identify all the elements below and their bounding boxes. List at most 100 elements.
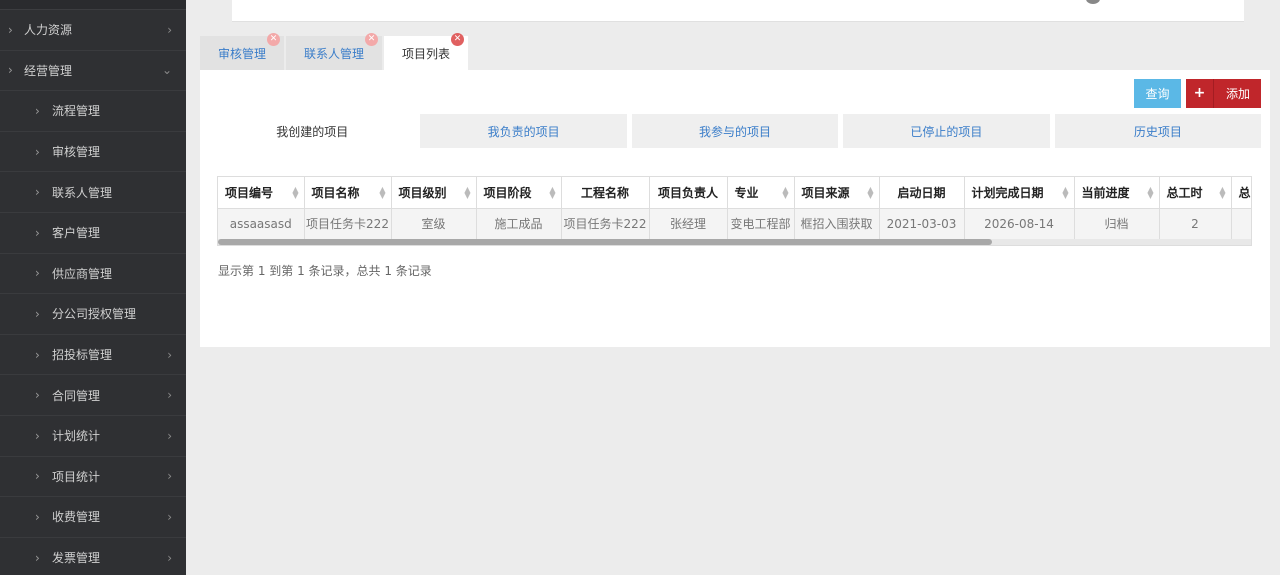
table-cell: 2 [1159, 208, 1232, 239]
table-header-row: 项目编号 ▲ ▼ 项目名称 ▲ ▼ 项目级别 ▲ ▼ 项目阶段 ▲ ▼ 工程名称 项目负责人 专业 ▲ ▼ 项目来… [218, 177, 1251, 209]
table-cell: 框招入围获取 [794, 208, 880, 239]
sort-icon: ▲ ▼ [1147, 185, 1154, 200]
sidebar-item-label: 人力资源 [24, 23, 73, 38]
chevron-right-icon: › [35, 266, 40, 281]
sidebar-item[interactable]: › 供应商管理 [0, 254, 186, 295]
main-panel: 查询 + 添加 我创建的项目 我负责的项目 我参与的项目 已停止的项目 历史项目 项目编… [200, 70, 1270, 347]
column-header[interactable]: 总 [1231, 177, 1251, 209]
table-row[interactable]: assaasasd 项目任务卡222 室级 施工成品 项目任务卡222 张经理 变电工程部框… [218, 208, 1251, 239]
chevron-right-icon: › [35, 225, 40, 240]
sidebar-item-label: 招投标管理 [52, 348, 113, 363]
page-tab[interactable]: 项目列表 ✕ [384, 33, 469, 70]
chevron-right-icon: › [35, 509, 40, 524]
column-header[interactable]: 项目阶段 ▲ ▼ [476, 177, 562, 209]
close-icon[interactable]: ✕ [267, 33, 281, 46]
sort-icon: ▲ ▼ [1219, 185, 1226, 200]
column-header[interactable]: 项目编号 ▲ ▼ [218, 177, 305, 209]
sidebar-item[interactable]: › 客户管理 [0, 213, 186, 254]
chevron-right-icon: › [35, 185, 40, 200]
sidebar-item-label: 联系人管理 [52, 185, 113, 200]
column-header[interactable]: 项目来源 ▲ ▼ [794, 177, 880, 209]
column-header[interactable]: 项目级别 ▲ ▼ [391, 177, 477, 209]
column-header-label: 当前进度 [1081, 185, 1130, 200]
chevron-right-icon: › [35, 306, 40, 321]
sidebar-item-label: 分公司授权管理 [52, 307, 137, 322]
project-subtab[interactable]: 我负责的项目 [420, 114, 627, 148]
table-cell: assaasasd [218, 208, 305, 239]
chevron-down-icon: ⌄ [161, 63, 172, 78]
sidebar-item[interactable]: › 合同管理 › [0, 375, 186, 416]
column-header[interactable]: 专业 ▲ ▼ [727, 177, 795, 209]
chevron-right-icon: › [167, 22, 172, 37]
chevron-right-icon: › [35, 388, 40, 403]
sort-icon: ▲ ▼ [782, 185, 789, 200]
sidebar-item-label: 发票管理 [52, 551, 101, 566]
column-header[interactable]: 工程名称 [561, 177, 650, 209]
sidebar-item[interactable]: › 流程管理 [0, 91, 186, 132]
sidebar: › 人力资源 › › 经营管理 ⌄ › 流程管理 › 审核管理 › 联系人管理 › 客户管理 › 供应商管理 ›… [0, 0, 186, 575]
sidebar-item-label: 流程管理 [52, 104, 101, 119]
add-button[interactable]: + 添加 [1186, 79, 1261, 108]
table-cell: 归档 [1074, 208, 1160, 239]
sort-icon: ▲ ▼ [1062, 185, 1069, 200]
sidebar-item-label: 客户管理 [52, 226, 101, 241]
column-header[interactable]: 当前进度 ▲ ▼ [1074, 177, 1160, 209]
column-header-label: 启动日期 [897, 185, 946, 200]
chevron-right-icon: › [35, 428, 40, 443]
sidebar-item[interactable]: › 分公司授权管理 [0, 294, 186, 335]
column-header[interactable]: 项目负责人 [649, 177, 728, 209]
header-gap-left [186, 0, 232, 22]
page-tab[interactable]: 联系人管理 ✕ [286, 33, 383, 70]
project-subtab[interactable]: 已停止的项目 [843, 114, 1050, 148]
sidebar-item[interactable]: › 经营管理 ⌄ [0, 51, 186, 92]
sidebar-item[interactable]: › 计划统计 › [0, 416, 186, 457]
sort-icon: ▲ ▼ [292, 185, 299, 200]
sidebar-item[interactable]: › 收费管理 › [0, 497, 186, 538]
sidebar-item[interactable]: › 联系人管理 [0, 172, 186, 213]
page-tab[interactable]: 审核管理 ✕ [200, 33, 285, 70]
column-header[interactable]: 计划完成日期 ▲ ▼ [964, 177, 1075, 209]
column-header-label: 项目阶段 [483, 185, 532, 200]
table-cell: 张经理 [649, 208, 728, 239]
column-header[interactable]: 启动日期 [879, 177, 965, 209]
column-header-label: 项目名称 [311, 185, 360, 200]
chevron-right-icon: › [35, 144, 40, 159]
sidebar-item[interactable]: › 发票管理 › [0, 538, 186, 575]
sidebar-item-label: 合同管理 [52, 388, 101, 403]
chevron-right-icon: › [167, 347, 172, 362]
column-header-label: 项目级别 [398, 185, 447, 200]
column-header-label: 项目负责人 [657, 185, 718, 200]
chevron-right-icon: › [167, 469, 172, 484]
table-cell: 变电工程部 [727, 208, 795, 239]
page-tabs: 审核管理 ✕ 联系人管理 ✕ 项目列表 ✕ [200, 33, 470, 70]
chevron-right-icon: › [35, 347, 40, 362]
sidebar-item[interactable]: › 招投标管理 › [0, 335, 186, 376]
chevron-right-icon: › [35, 469, 40, 484]
sort-icon: ▲ ▼ [549, 185, 556, 200]
column-header-label: 计划完成日期 [971, 185, 1044, 200]
table-cell: 项目任务卡222 [561, 208, 650, 239]
project-subtabs: 我创建的项目 我负责的项目 我参与的项目 已停止的项目 历史项目 [209, 114, 1262, 148]
header-gap-right [1244, 0, 1280, 22]
column-header-label: 专业 [734, 185, 759, 200]
table-cell: 施工成品 [476, 208, 562, 239]
scrollbar-thumb[interactable] [218, 239, 992, 245]
close-icon[interactable]: ✕ [451, 33, 465, 46]
project-subtab[interactable]: 我参与的项目 [631, 114, 839, 148]
column-header[interactable]: 项目名称 ▲ ▼ [304, 177, 392, 209]
close-icon[interactable]: ✕ [365, 33, 379, 46]
chevron-right-icon: › [167, 550, 172, 565]
sidebar-item[interactable]: › 项目统计 › [0, 457, 186, 498]
sort-icon: ▲ ▼ [464, 185, 471, 200]
query-button-label: 查询 [1145, 87, 1170, 101]
sidebar-item[interactable]: › 人力资源 › [0, 10, 186, 51]
column-header[interactable]: 总工时 ▲ ▼ [1159, 177, 1232, 209]
horizontal-scrollbar[interactable] [218, 239, 1251, 245]
avatar[interactable] [1086, 0, 1100, 4]
sidebar-menu: › 人力资源 › › 经营管理 ⌄ › 流程管理 › 审核管理 › 联系人管理 › 客户管理 › 供应商管理 ›… [0, 10, 186, 575]
project-subtab[interactable]: 历史项目 [1054, 114, 1262, 148]
project-subtab[interactable]: 我创建的项目 [209, 114, 416, 148]
sidebar-item[interactable]: › 审核管理 [0, 132, 186, 173]
sidebar-top [0, 0, 186, 10]
query-button[interactable]: 查询 [1134, 79, 1181, 108]
